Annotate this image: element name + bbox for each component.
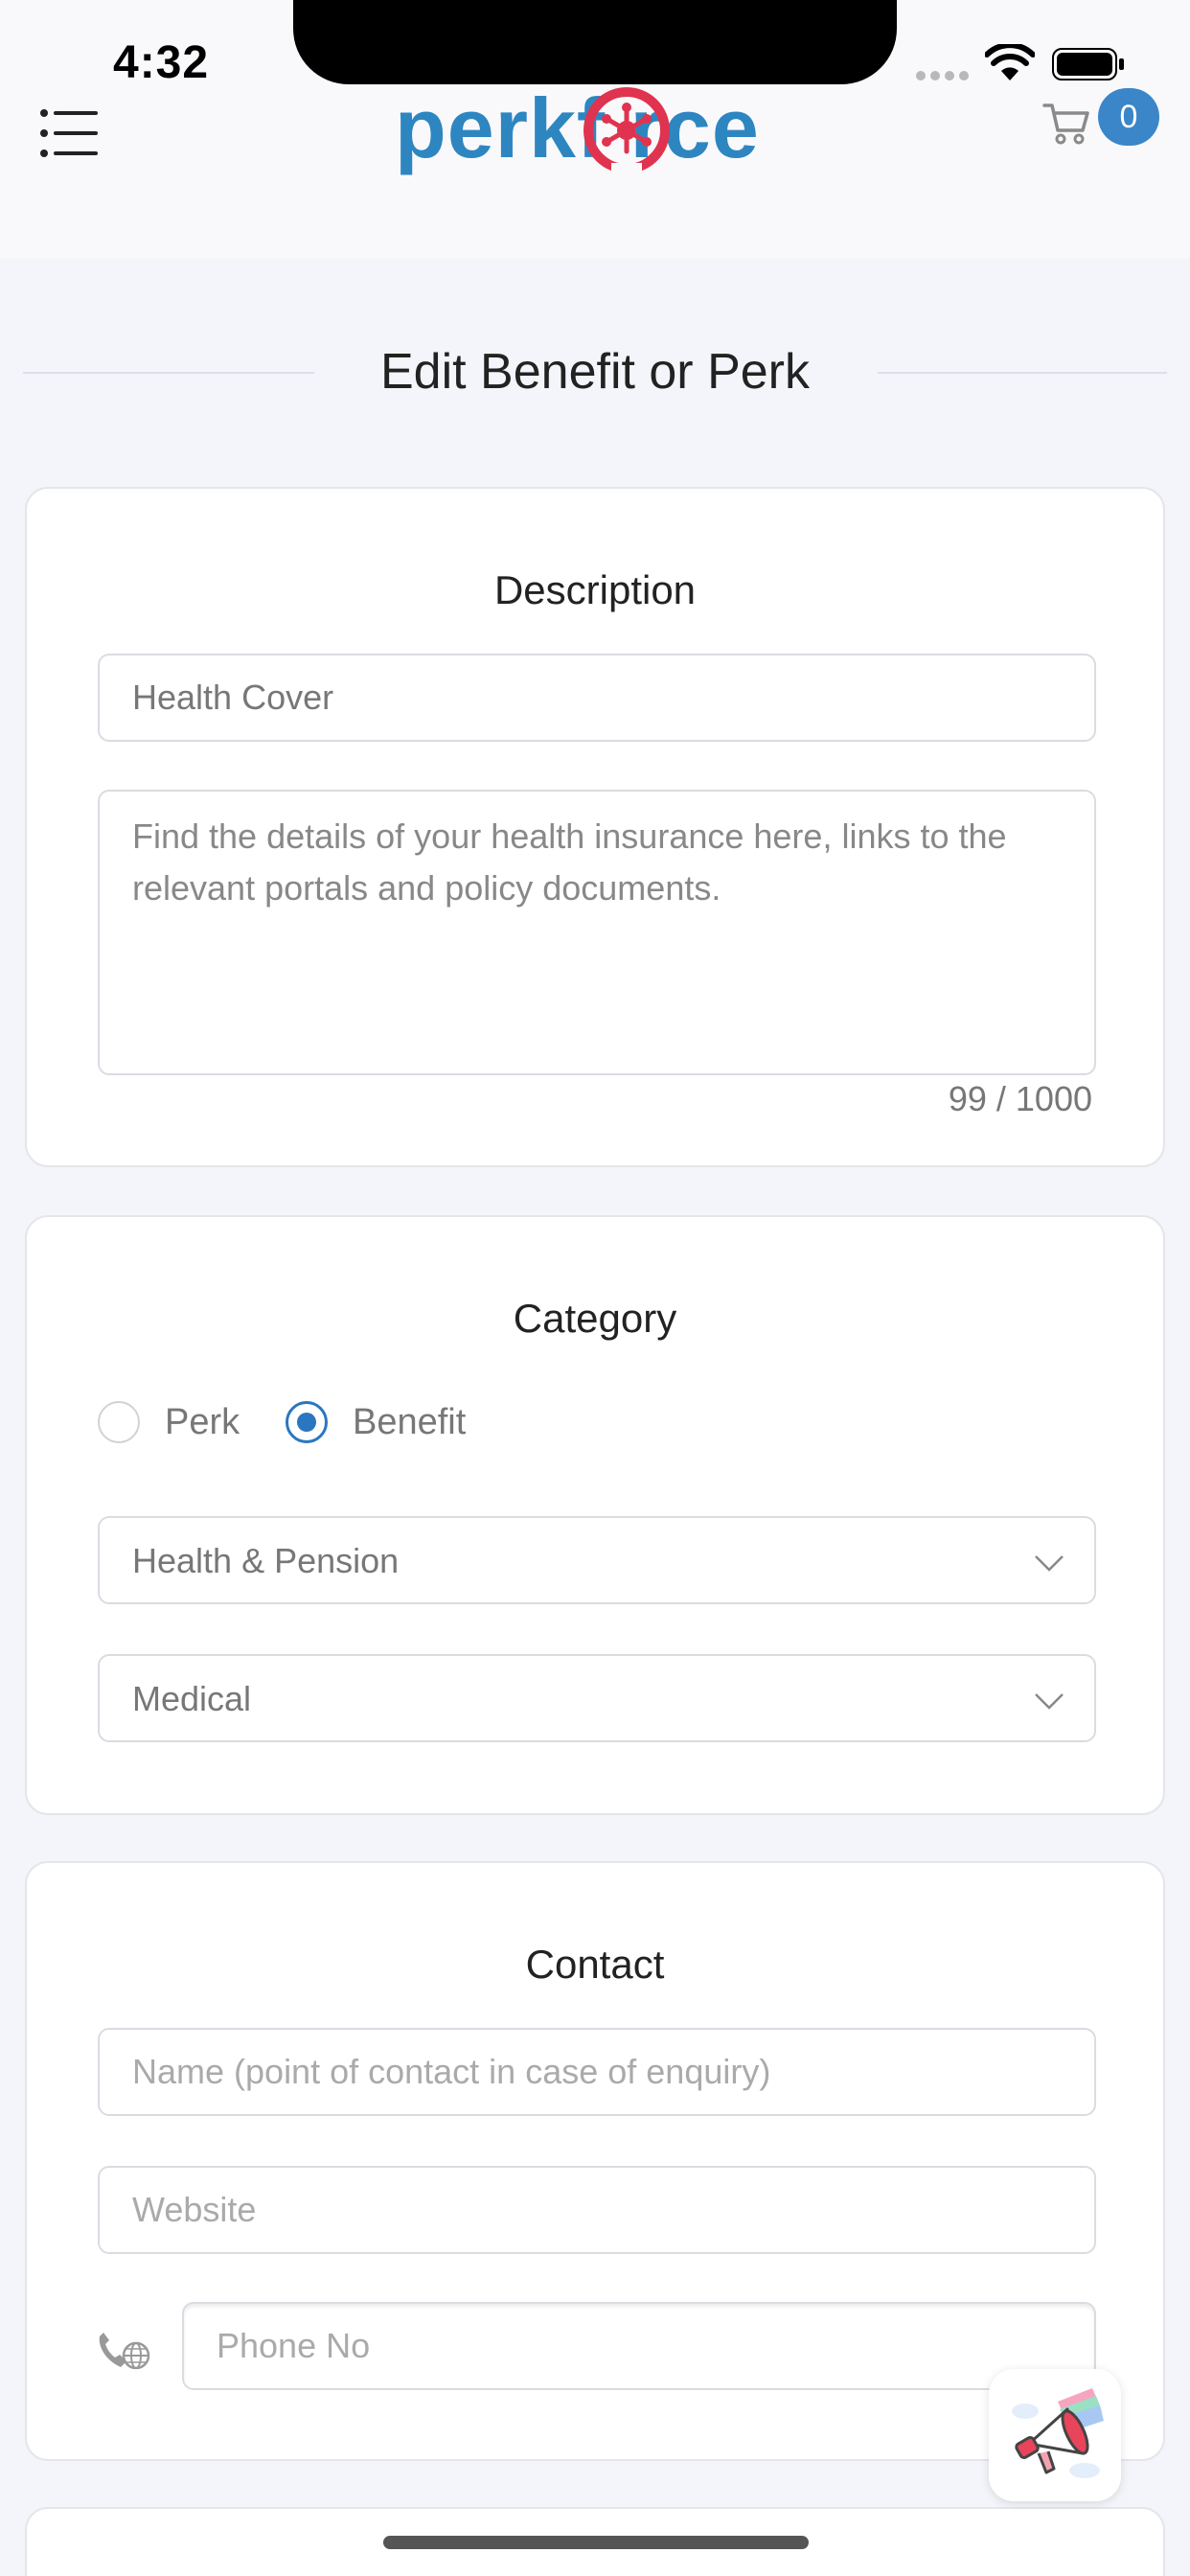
radio-perk-circle[interactable] (98, 1401, 140, 1443)
megaphone-icon (1012, 2388, 1104, 2478)
wifi-icon (985, 44, 1035, 80)
menu-list-icon[interactable] (40, 107, 98, 159)
battery-icon (1052, 48, 1124, 80)
screen: 4:32 perkf rce 0 Edit Benefit or Perk De… (0, 0, 1190, 2576)
cart-icon[interactable] (1042, 100, 1090, 146)
benefit-name-input[interactable] (98, 654, 1096, 742)
description-title: Description (493, 567, 697, 612)
radio-benefit[interactable]: Benefit (286, 1401, 466, 1443)
chevron-down-icon (1035, 1693, 1064, 1710)
announcement-fab[interactable] (989, 2369, 1121, 2501)
category-group-value: Health & Pension (132, 1541, 400, 1580)
contact-card: Contact (25, 1861, 1165, 2461)
radio-benefit-label: Benefit (353, 1401, 467, 1442)
page-title: Edit Benefit or Perk (380, 344, 810, 400)
radio-perk[interactable]: Perk (98, 1401, 240, 1443)
radio-perk-label: Perk (165, 1401, 240, 1442)
category-card: Category Perk Benefit Health & Pension M… (25, 1215, 1165, 1815)
perkforce-logo[interactable]: perkf rce (395, 80, 797, 176)
app-header: 4:32 perkf rce 0 (0, 0, 1190, 259)
website-input[interactable] (98, 2166, 1096, 2254)
contact-title: Contact (525, 1942, 665, 1987)
status-time: 4:32 (113, 37, 210, 88)
cart-count-badge[interactable]: 0 (1098, 88, 1159, 146)
home-indicator (383, 2536, 809, 2549)
benefit-details-textarea[interactable]: Find the details of your health insuranc… (98, 790, 1096, 1075)
phone-number-input[interactable] (182, 2302, 1096, 2390)
description-card: Description Find the details of your hea… (25, 487, 1165, 1167)
character-counter: 99 / 1000 (948, 1079, 1092, 1118)
chevron-down-icon (1035, 1555, 1064, 1572)
cellular-signal-icon (916, 71, 970, 80)
category-title: Category (513, 1296, 677, 1341)
page-title-row: Edit Benefit or Perk (23, 335, 1167, 402)
contact-name-input[interactable] (98, 2028, 1096, 2116)
logo-text: perkf rce (395, 80, 760, 175)
perkforce-star-logo (584, 87, 670, 174)
device-notch (293, 0, 897, 84)
category-type-value: Medical (132, 1679, 252, 1718)
category-type-select[interactable]: Medical (98, 1654, 1096, 1742)
phone-globe-icon[interactable] (94, 2327, 151, 2375)
radio-benefit-circle[interactable] (286, 1401, 328, 1443)
category-group-select[interactable]: Health & Pension (98, 1516, 1096, 1604)
